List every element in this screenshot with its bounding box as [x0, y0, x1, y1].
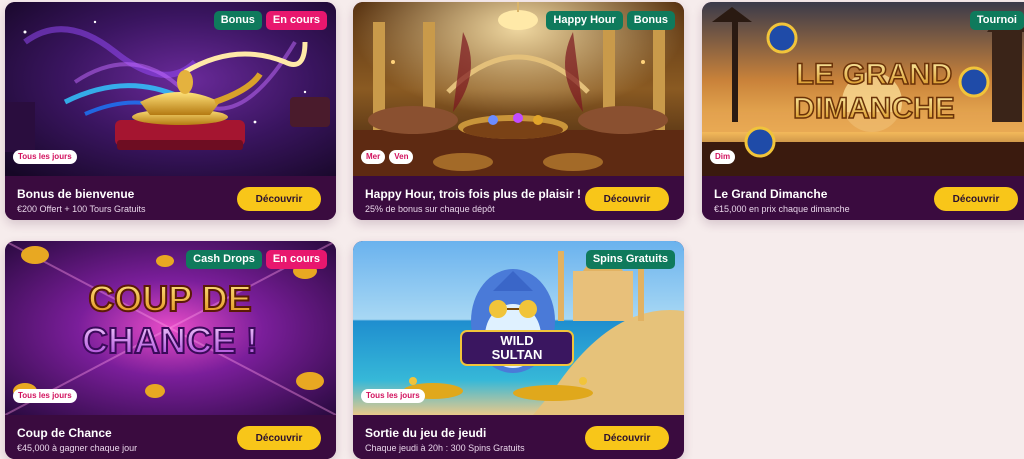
promo-info: Coup de Chance €45,000 à gagner chaque j…	[5, 415, 336, 459]
badge-spins-gratuits: Spins Gratuits	[585, 250, 675, 269]
image-text-dimanche: DIMANCHE	[793, 92, 955, 125]
badge-tournoi: Tournoi	[969, 11, 1024, 30]
discover-button[interactable]: Découvrir	[585, 426, 669, 450]
promo-subtitle: €45,000 à gagner chaque jour	[17, 443, 138, 453]
image-text-sultan: SULTAN	[492, 347, 543, 362]
day-tag-dim: Dim	[710, 150, 736, 164]
image-text-le-grand: LE GRAND	[796, 58, 953, 91]
promo-title: Le Grand Dimanche	[714, 187, 828, 201]
promo-card-le-grand-dimanche[interactable]: LE GRAND DIMANCHE Tournoi Dim Le Grand D…	[702, 2, 1024, 220]
badge-bonus: Bonus	[213, 11, 262, 30]
promo-title: Bonus de bienvenue	[17, 187, 135, 201]
promo-subtitle: €200 Offert + 100 Tours Gratuits	[17, 204, 146, 214]
promo-image-grand-dimanche[interactable]: LE GRAND DIMANCHE Tournoi Dim	[702, 2, 1024, 176]
promo-image-palace-hall[interactable]: Happy Hour Bonus Mer Ven	[353, 2, 684, 176]
day-tag-mer: Mer	[361, 150, 386, 164]
promo-image-coup-de-chance[interactable]: COUP DE CHANCE ! Cash Drops En cours Tou…	[5, 241, 336, 415]
promo-subtitle: 25% de bonus sur chaque dépôt	[365, 204, 495, 214]
promo-card-sortie-du-jeu-de-jeudi[interactable]: WILD SULTAN Spins Gratuits Tous les jour…	[353, 241, 684, 459]
badge-bonus: Bonus	[626, 11, 675, 30]
discover-button[interactable]: Découvrir	[237, 426, 321, 450]
promo-card-bonus-de-bienvenue[interactable]: Bonus En cours Tous les jours Bonus de b…	[5, 2, 336, 220]
promo-subtitle: €15,000 en prix chaque dimanche	[714, 204, 850, 214]
image-text-chance: CHANCE !	[82, 320, 258, 361]
promo-image-magic-lamp[interactable]: Bonus En cours Tous les jours	[5, 2, 336, 176]
promo-info: Happy Hour, trois fois plus de plaisir !…	[353, 176, 684, 220]
image-text-wild: WILD	[500, 333, 533, 348]
discover-button[interactable]: Découvrir	[934, 187, 1018, 211]
promo-subtitle: Chaque jeudi à 20h : 300 Spins Gratuits	[365, 443, 525, 453]
promo-title: Sortie du jeu de jeudi	[365, 426, 487, 440]
discover-button[interactable]: Découvrir	[237, 187, 321, 211]
promo-card-happy-hour[interactable]: Happy Hour Bonus Mer Ven Happy Hour, tro…	[353, 2, 684, 220]
promo-info: Bonus de bienvenue €200 Offert + 100 Tou…	[5, 176, 336, 220]
discover-button[interactable]: Découvrir	[585, 187, 669, 211]
promo-info: Le Grand Dimanche €15,000 en prix chaque…	[702, 176, 1024, 220]
day-tag-tous-les-jours: Tous les jours	[13, 150, 77, 164]
badge-en-cours: En cours	[265, 11, 327, 30]
image-text-coup-de: COUP DE	[88, 278, 251, 319]
promo-image-wild-sultan[interactable]: WILD SULTAN Spins Gratuits Tous les jour…	[353, 241, 684, 415]
badge-en-cours: En cours	[265, 250, 327, 269]
day-tag-ven: Ven	[389, 150, 414, 164]
badge-happy-hour: Happy Hour	[546, 11, 623, 30]
promo-title: Happy Hour, trois fois plus de plaisir !	[365, 187, 582, 201]
day-tag-tous-les-jours: Tous les jours	[361, 389, 425, 403]
promo-info: Sortie du jeu de jeudi Chaque jeudi à 20…	[353, 415, 684, 459]
promotions-grid: Bonus En cours Tous les jours Bonus de b…	[0, 0, 1024, 459]
promo-card-coup-de-chance[interactable]: COUP DE CHANCE ! Cash Drops En cours Tou…	[5, 241, 336, 459]
badge-cash-drops: Cash Drops	[186, 250, 262, 269]
promo-title: Coup de Chance	[17, 426, 112, 440]
day-tag-tous-les-jours: Tous les jours	[13, 389, 77, 403]
